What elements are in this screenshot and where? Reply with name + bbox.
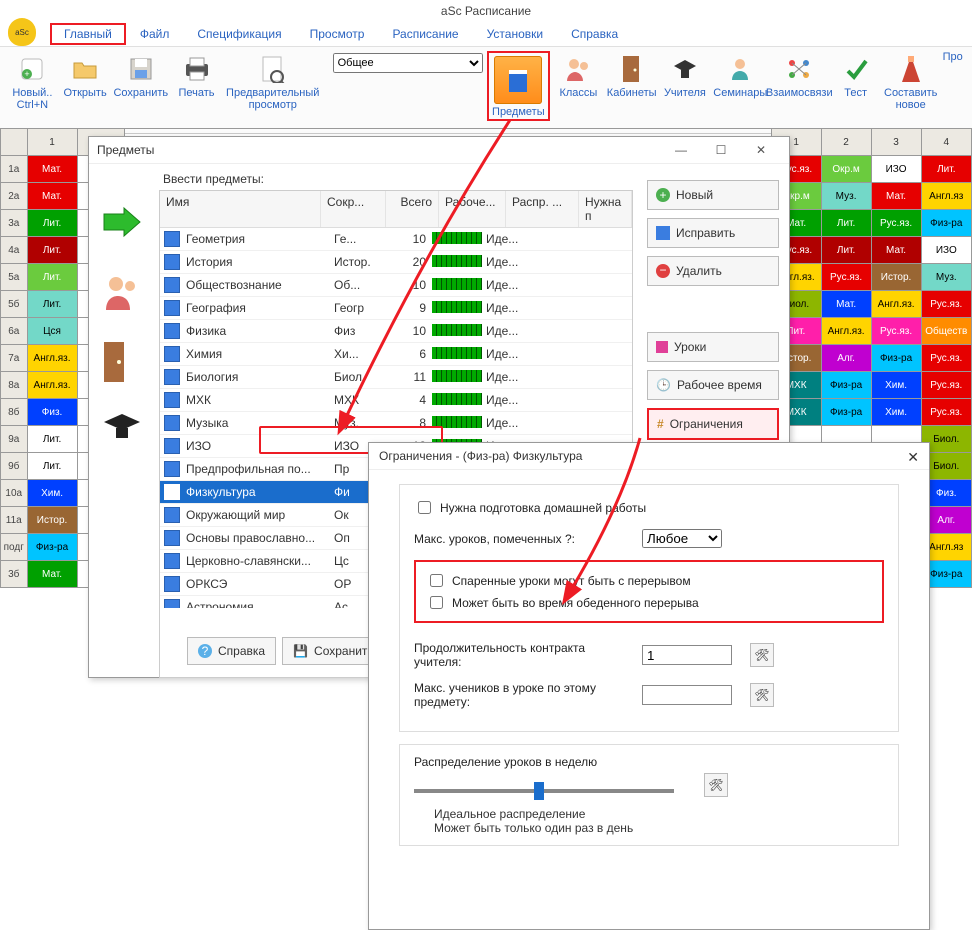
maxq-select[interactable]: Любое (642, 529, 722, 548)
lessons-button[interactable]: Уроки (647, 332, 779, 362)
arrow-icon[interactable] (100, 204, 144, 244)
subject-row[interactable]: ГеографияГеогр9Иде... (160, 297, 632, 320)
hash-icon: # (657, 417, 664, 431)
restrict-title: Ограничения - (Физ-ра) Физкультура (369, 443, 929, 470)
once-label: Может быть только один раз в день (434, 821, 884, 835)
menu-bar: aSc Главный Файл Спецификация Просмотр Р… (0, 22, 972, 46)
maxstud-label: Макс. учеников в уроке по этому предмету… (414, 681, 624, 709)
restrictions-dialog: Ограничения - (Физ-ра) Физкультура ✕ Нуж… (368, 442, 930, 930)
menu-spec[interactable]: Спецификация (183, 23, 295, 45)
highlighted-checks: Спаренные уроки могут быть с перерывом М… (414, 560, 884, 623)
col-abbr[interactable]: Сокр... (321, 191, 386, 227)
col-need[interactable]: Нужна п (579, 191, 632, 227)
ribbon: +Новый..Ctrl+N Открыть Сохранить Печать … (0, 46, 972, 134)
bell-icon: aSc (8, 18, 36, 46)
rooms-button[interactable]: Кабинеты (607, 51, 657, 99)
maxq-label: Макс. уроков, помеченных ?: (414, 532, 624, 546)
door-icon[interactable] (100, 340, 144, 380)
col-work[interactable]: Рабоче... (439, 191, 506, 227)
help-button[interactable]: ?Справка (187, 637, 276, 665)
relations-button[interactable]: Взаимосвязи (771, 51, 827, 99)
edit-subject-button[interactable]: Исправить (647, 218, 779, 248)
subject-row[interactable]: БиологияБиол.11Иде... (160, 366, 632, 389)
menu-settings[interactable]: Установки (473, 23, 557, 45)
contract-tool-button[interactable]: 🛠 (750, 643, 774, 667)
more-button[interactable]: Про (941, 51, 964, 63)
distribution-label: Распределение уроков в неделю (414, 755, 884, 769)
teachers-button[interactable]: Учителя (661, 51, 710, 99)
seminars-button[interactable]: Семинары (713, 51, 767, 99)
distribution-slider[interactable] (414, 789, 674, 793)
svg-text:+: + (25, 69, 30, 79)
paired-checkbox[interactable]: Спаренные уроки могут быть с перерывом (426, 571, 872, 590)
restrictions-button[interactable]: #Ограничения (647, 408, 779, 440)
menu-schedule[interactable]: Расписание (378, 23, 472, 45)
view-combo[interactable]: Общее (333, 53, 483, 73)
maximize-button[interactable]: ☐ (701, 139, 741, 161)
contract-input[interactable] (642, 645, 732, 665)
maxstud-tool-button[interactable]: 🛠 (750, 683, 774, 707)
close-button[interactable]: ✕ (741, 139, 781, 161)
worktime-button[interactable]: 🕒Рабочее время (647, 370, 779, 400)
subject-row[interactable]: ФизикаФиз10Иде... (160, 320, 632, 343)
preview-button[interactable]: Предварительный просмотр (225, 51, 321, 111)
cap-icon[interactable] (100, 408, 144, 448)
menu-file[interactable]: Файл (126, 23, 184, 45)
new-button[interactable]: +Новый..Ctrl+N (8, 51, 57, 111)
contract-label: Продолжительность контракта учителя: (414, 641, 624, 669)
save-button[interactable]: Сохранить (113, 51, 168, 99)
dialog-title: Предметы — ☐ ✕ (89, 137, 789, 164)
subject-row[interactable]: ИсторияИстор.20Иде... (160, 251, 632, 274)
test-button[interactable]: Тест (831, 51, 880, 99)
print-button[interactable]: Печать (172, 51, 221, 99)
subject-row[interactable]: МХКМХК4Иде... (160, 389, 632, 412)
subject-row[interactable]: ХимияХи...6Иде... (160, 343, 632, 366)
menu-view[interactable]: Просмотр (296, 23, 379, 45)
col-dist[interactable]: Распр. ... (506, 191, 579, 227)
lunch-checkbox[interactable]: Может быть во время обеденного перерыва (426, 593, 872, 612)
people-icon[interactable] (100, 272, 144, 312)
new-subject-button[interactable]: +Новый (647, 180, 779, 210)
subject-row[interactable]: ГеометрияГе...10Иде... (160, 228, 632, 251)
subjects-button[interactable]: Предметы (487, 51, 550, 121)
subject-row[interactable]: ОбществознаниеОб...10Иде... (160, 274, 632, 297)
combo-wrap: Общее (333, 53, 483, 73)
maxstud-input[interactable] (642, 685, 732, 705)
homework-checkbox[interactable]: Нужна подготовка домашней работы (414, 498, 884, 517)
enter-subjects-label: Ввести предметы: (163, 172, 633, 186)
open-button[interactable]: Открыть (61, 51, 110, 99)
ideal-label: Идеальное распределение (434, 807, 884, 821)
classes-button[interactable]: Классы (554, 51, 603, 99)
menu-main[interactable]: Главный (50, 23, 126, 45)
col-name[interactable]: Имя (160, 191, 321, 227)
compose-button[interactable]: Составить новое (884, 51, 937, 111)
menu-help[interactable]: Справка (557, 23, 632, 45)
restrict-close-button[interactable]: ✕ (907, 449, 919, 466)
minimize-button[interactable]: — (661, 139, 701, 161)
title-bar: aSc Расписание (0, 0, 972, 22)
distribution-tool-button[interactable]: 🛠 (704, 773, 728, 797)
delete-subject-button[interactable]: −Удалить (647, 256, 779, 286)
clock-icon: 🕒 (656, 378, 671, 392)
col-cnt[interactable]: Всего (386, 191, 439, 227)
dialog-sidebar (89, 164, 155, 678)
